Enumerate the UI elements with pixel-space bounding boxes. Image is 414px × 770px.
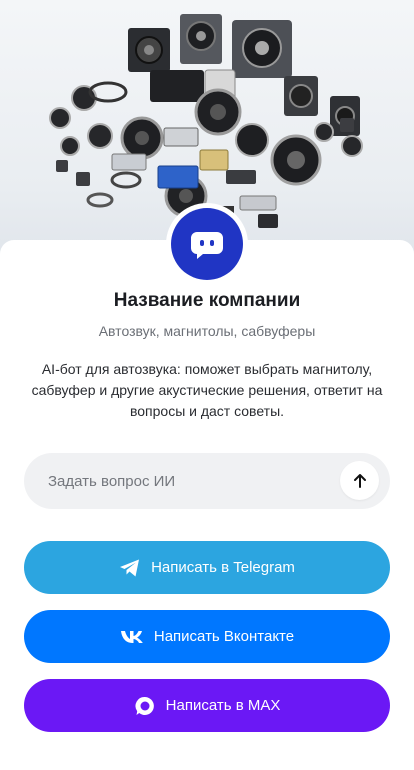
write-max-label: Написать в MAX [165, 697, 281, 714]
chat-bot-icon [171, 208, 243, 280]
write-vk-button[interactable]: Написать Вконтакте [24, 610, 390, 663]
ask-ai-box [24, 453, 390, 509]
telegram-icon [119, 558, 141, 578]
company-subtitle: Автозвук, магнитолы, сабвуферы [98, 323, 316, 339]
send-button[interactable] [340, 461, 379, 500]
write-telegram-label: Написать в Telegram [151, 559, 295, 576]
write-telegram-button[interactable]: Написать в Telegram [24, 541, 390, 594]
write-max-button[interactable]: Написать в MAX [24, 679, 390, 732]
company-description: AI-бот для автозвука: поможет выбрать ма… [31, 361, 383, 419]
write-vk-label: Написать Вконтакте [153, 628, 295, 645]
ask-ai-input[interactable] [48, 453, 328, 509]
max-icon [134, 695, 156, 717]
vk-icon [120, 630, 144, 644]
company-avatar [166, 203, 248, 285]
arrow-up-icon [353, 473, 366, 488]
company-name: Название компании [113, 290, 301, 311]
